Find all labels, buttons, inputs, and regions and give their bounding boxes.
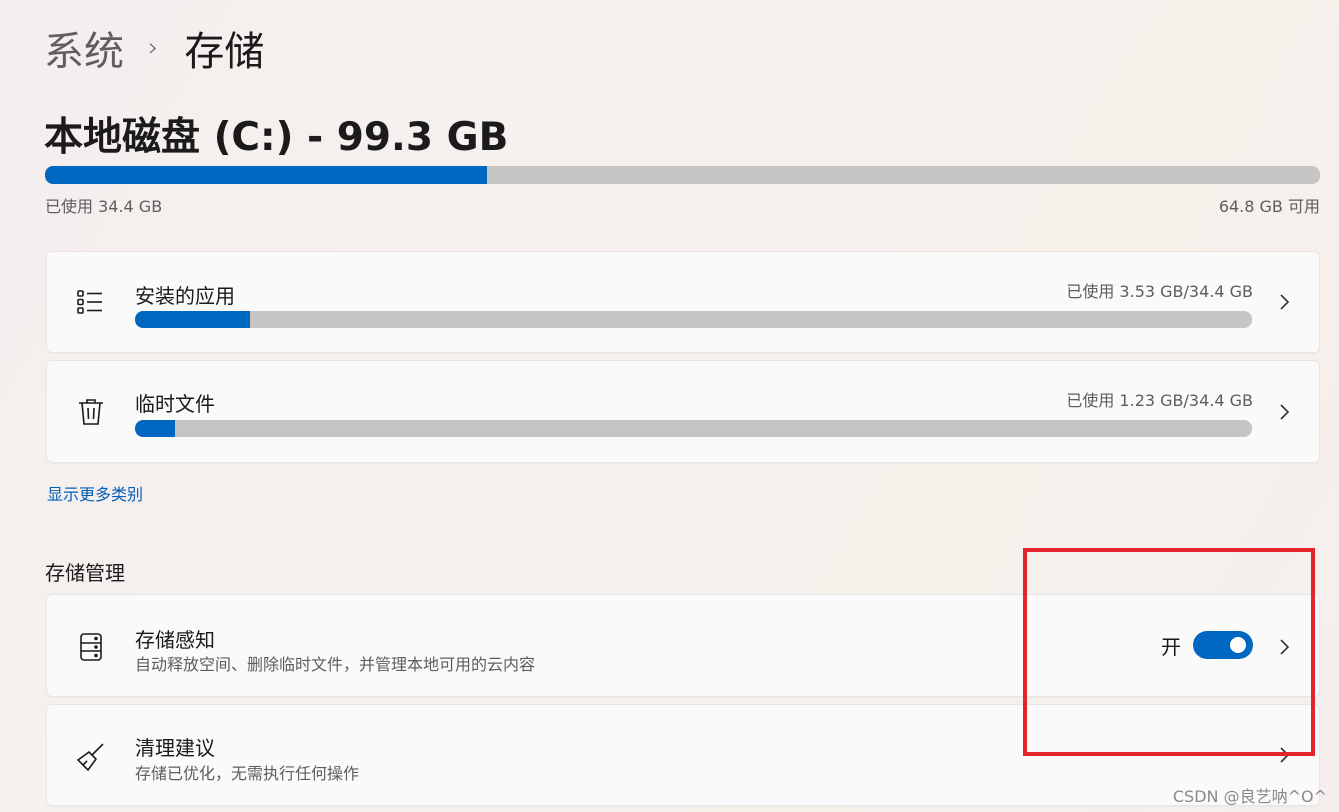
category-usage: 已使用 3.53 GB/34.4 GB	[1066, 282, 1253, 301]
chevron-right-icon	[1277, 292, 1291, 312]
cleanup-description: 存储已优化，无需执行任何操作	[135, 764, 360, 783]
category-installed-apps[interactable]: 安装的应用 已使用 3.53 GB/34.4 GB	[46, 251, 1320, 353]
storage-management-heading: 存储管理	[45, 561, 125, 585]
chevron-right-icon	[1277, 402, 1291, 422]
category-usage-fill	[135, 311, 251, 328]
breadcrumb-separator-icon: ›	[148, 33, 159, 63]
category-usage-bar	[135, 311, 1252, 328]
watermark: CSDN @良艺呐^O^	[1172, 787, 1327, 806]
storage-sense-description: 自动释放空间、删除临时文件，并管理本地可用的云内容	[135, 655, 536, 674]
highlight-annotation-box	[1023, 548, 1315, 756]
storage-drive-icon	[75, 631, 107, 663]
cleanup-title: 清理建议	[135, 736, 215, 760]
category-temp-files[interactable]: 临时文件 已使用 1.23 GB/34.4 GB	[46, 360, 1320, 463]
category-usage-bar	[135, 420, 1252, 437]
broom-icon	[75, 741, 107, 773]
disk-title: 本地磁盘 (C:) - 99.3 GB	[44, 115, 509, 160]
breadcrumb: 系统 › 存储	[44, 19, 265, 77]
page-title: 存储	[184, 29, 265, 75]
storage-sense-title: 存储感知	[135, 628, 215, 652]
disk-free-label: 64.8 GB 可用	[1218, 197, 1320, 216]
disk-usage-fill	[45, 166, 487, 184]
category-name: 临时文件	[135, 392, 215, 416]
category-usage: 已使用 1.23 GB/34.4 GB	[1066, 391, 1253, 410]
trash-icon	[75, 396, 107, 428]
show-more-categories-link[interactable]: 显示更多类别	[47, 481, 143, 505]
disk-used-label: 已使用 34.4 GB	[45, 197, 163, 216]
disk-usage-bar	[45, 166, 1320, 184]
list-icon	[75, 286, 107, 318]
category-usage-fill	[135, 420, 176, 437]
breadcrumb-parent-system[interactable]: 系统	[44, 19, 124, 77]
category-name: 安装的应用	[135, 284, 235, 308]
